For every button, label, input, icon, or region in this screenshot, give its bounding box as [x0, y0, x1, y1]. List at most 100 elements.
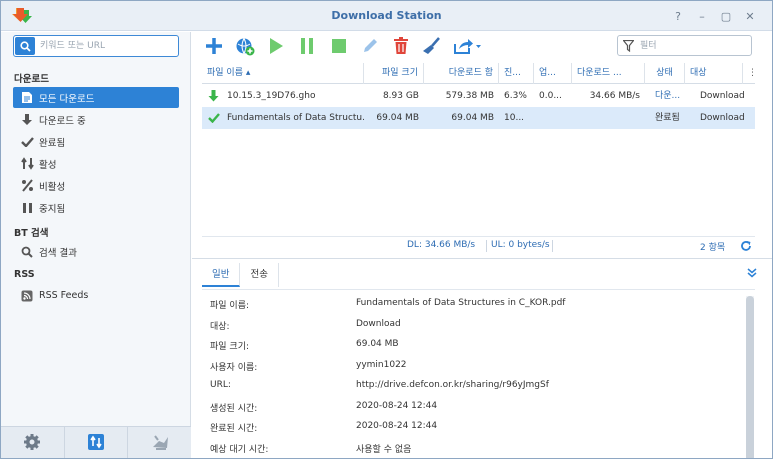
rss-icon — [19, 289, 35, 303]
pause-icon — [299, 37, 315, 58]
edit-button[interactable] — [359, 36, 381, 58]
column-header-downloaded[interactable]: 다운로드 함 — [424, 63, 499, 84]
details-panel: 일반 전송 파일 이름: Fundamentals of Data Structu… — [192, 258, 772, 458]
cell-upload: 0.0... — [539, 91, 562, 101]
detail-row-username: 사용자 이름: yymin1022 — [202, 356, 742, 376]
cell-file-name: 10.15.3_19D76.gho — [227, 91, 316, 101]
detail-value: 69.04 MB — [356, 339, 399, 349]
refresh-icon[interactable] — [740, 240, 752, 255]
scrollbar-thumb[interactable] — [746, 296, 754, 458]
detail-label: 예상 대기 시간: — [210, 444, 269, 455]
detail-row-url: URL: http://drive.defcon.or.kr/sharing/r9… — [202, 376, 742, 396]
details-scrollbar[interactable] — [746, 296, 754, 458]
share-icon — [453, 37, 481, 58]
sidebar: 다운로드 모든 다운로드 다운로드 중 완료됨 활성 — [1, 32, 191, 426]
column-menu-button[interactable]: ⋮ — [743, 63, 755, 84]
detail-label: 사용자 이름: — [210, 362, 258, 373]
search-icon — [19, 245, 35, 259]
stop-button[interactable] — [328, 36, 350, 58]
emule-button[interactable] — [128, 427, 191, 458]
add-url-icon — [235, 36, 255, 59]
sidebar-item-label: 중지됨 — [39, 203, 66, 215]
url-search-input[interactable] — [40, 38, 174, 54]
help-button[interactable]: ? — [666, 8, 690, 24]
sidebar-item-active[interactable]: 활성 — [13, 153, 179, 174]
detail-label: 파일 이름: — [210, 301, 250, 311]
detail-label: 대상: — [210, 321, 230, 332]
column-header-destination[interactable]: 대상 — [685, 63, 743, 84]
resume-button[interactable] — [265, 36, 287, 58]
detail-value: 사용할 수 없음 — [356, 444, 412, 455]
emule-icon — [150, 433, 170, 454]
detail-row-file-name: 파일 이름: Fundamentals of Data Structures in… — [202, 294, 742, 314]
delete-button[interactable] — [390, 36, 412, 58]
cell-destination: Download — [700, 91, 745, 101]
settings-button[interactable] — [1, 427, 65, 458]
cell-file-name: Fundamentals of Data Structu... — [227, 113, 364, 123]
grid-header: 파일 이름 ▴ 파일 크기 다운로드 함 진... 업... 다운로드 ... … — [202, 63, 755, 84]
clear-completed-button[interactable] — [421, 36, 443, 58]
maximize-button[interactable]: ▢ — [714, 8, 738, 24]
sidebar-bottom-bar — [1, 426, 191, 458]
detail-value: 2020-08-24 12:44 — [356, 400, 438, 411]
pause-button[interactable] — [296, 36, 318, 58]
status-bar: DL: 34.66 MB/s UL: 0 bytes/s 2 항목 — [202, 236, 755, 256]
sidebar-item-search-results[interactable]: 검색 결과 — [13, 241, 179, 262]
clear-icon — [422, 36, 442, 58]
cell-upload — [534, 107, 572, 129]
pause-icon — [19, 201, 35, 215]
url-search-box[interactable] — [13, 35, 179, 57]
detail-value: Fundamentals of Data Structures in C_KOR… — [356, 298, 566, 308]
add-button[interactable] — [203, 36, 225, 58]
detail-row-destination: 대상: Download — [202, 315, 742, 335]
column-header-progress[interactable]: 진... — [499, 63, 534, 84]
cell-progress: 10... — [504, 113, 525, 123]
general-info: 파일 이름: Fundamentals of Data Structures in… — [202, 289, 755, 458]
cell-progress: 6.3% — [504, 91, 527, 101]
add-url-button[interactable] — [234, 36, 256, 58]
column-header-file-name[interactable]: 파일 이름 ▴ — [202, 63, 364, 84]
sidebar-item-label: 다운로드 중 — [39, 115, 86, 127]
status-divider — [552, 240, 553, 252]
table-row-selected[interactable]: Fundamentals of Data Structu... 69.04 MB… — [202, 107, 755, 129]
sidebar-item-completed[interactable]: 완료됨 — [13, 131, 179, 152]
column-header-file-size[interactable]: 파일 크기 — [364, 63, 424, 84]
column-header-status[interactable]: 상태 — [645, 63, 685, 84]
sidebar-item-stopped[interactable]: 중지됨 — [13, 197, 179, 218]
collapse-chevron-icon[interactable] — [747, 268, 757, 281]
cell-destination: Download — [700, 113, 745, 123]
close-button[interactable]: ✕ — [738, 8, 762, 24]
settings-icon — [23, 433, 41, 454]
upload-speed-total: UL: 0 bytes/s — [491, 240, 550, 250]
cell-downloaded: 579.38 MB — [445, 91, 494, 101]
detail-row-file-size: 파일 크기: 69.04 MB — [202, 335, 742, 355]
column-header-download-speed[interactable]: 다운로드 ... — [572, 63, 645, 84]
sidebar-item-label: 활성 — [39, 159, 57, 171]
search-icon[interactable] — [15, 37, 35, 55]
title-bar: Download Station ? – ▢ ✕ — [1, 1, 772, 31]
share-button[interactable] — [452, 36, 482, 58]
sidebar-item-rss-feeds[interactable]: RSS Feeds — [13, 285, 179, 306]
sidebar-item-downloading[interactable]: 다운로드 중 — [13, 109, 179, 130]
downloading-icon — [19, 113, 35, 127]
detail-value: Download — [356, 318, 401, 329]
sidebar-item-all-downloads[interactable]: 모든 다운로드 — [13, 87, 179, 108]
transfer-icon — [87, 433, 105, 454]
sidebar-item-inactive[interactable]: 비활성 — [13, 175, 179, 196]
main-panel: 파일 이름 ▴ 파일 크기 다운로드 함 진... 업... 다운로드 ... … — [192, 32, 772, 458]
sidebar-item-label: RSS Feeds — [39, 290, 89, 301]
section-bt-search: BT 검색 — [14, 228, 49, 239]
tab-general[interactable]: 일반 — [202, 263, 241, 287]
detail-value: yymin1022 — [356, 359, 407, 370]
detail-label: 파일 크기: — [210, 342, 250, 352]
tab-transfer[interactable]: 전송 — [240, 263, 279, 287]
minimize-button[interactable]: – — [690, 8, 714, 24]
sidebar-item-label: 검색 결과 — [39, 247, 77, 259]
cell-download-speed — [572, 107, 645, 129]
column-header-upload[interactable]: 업... — [534, 63, 572, 84]
transfer-button[interactable] — [65, 427, 129, 458]
section-rss: RSS — [14, 269, 35, 280]
table-row[interactable]: 10.15.3_19D76.gho 8.93 GB 579.38 MB 6.3%… — [202, 85, 755, 107]
filter-input[interactable] — [640, 38, 745, 53]
filter-box[interactable] — [617, 35, 752, 56]
